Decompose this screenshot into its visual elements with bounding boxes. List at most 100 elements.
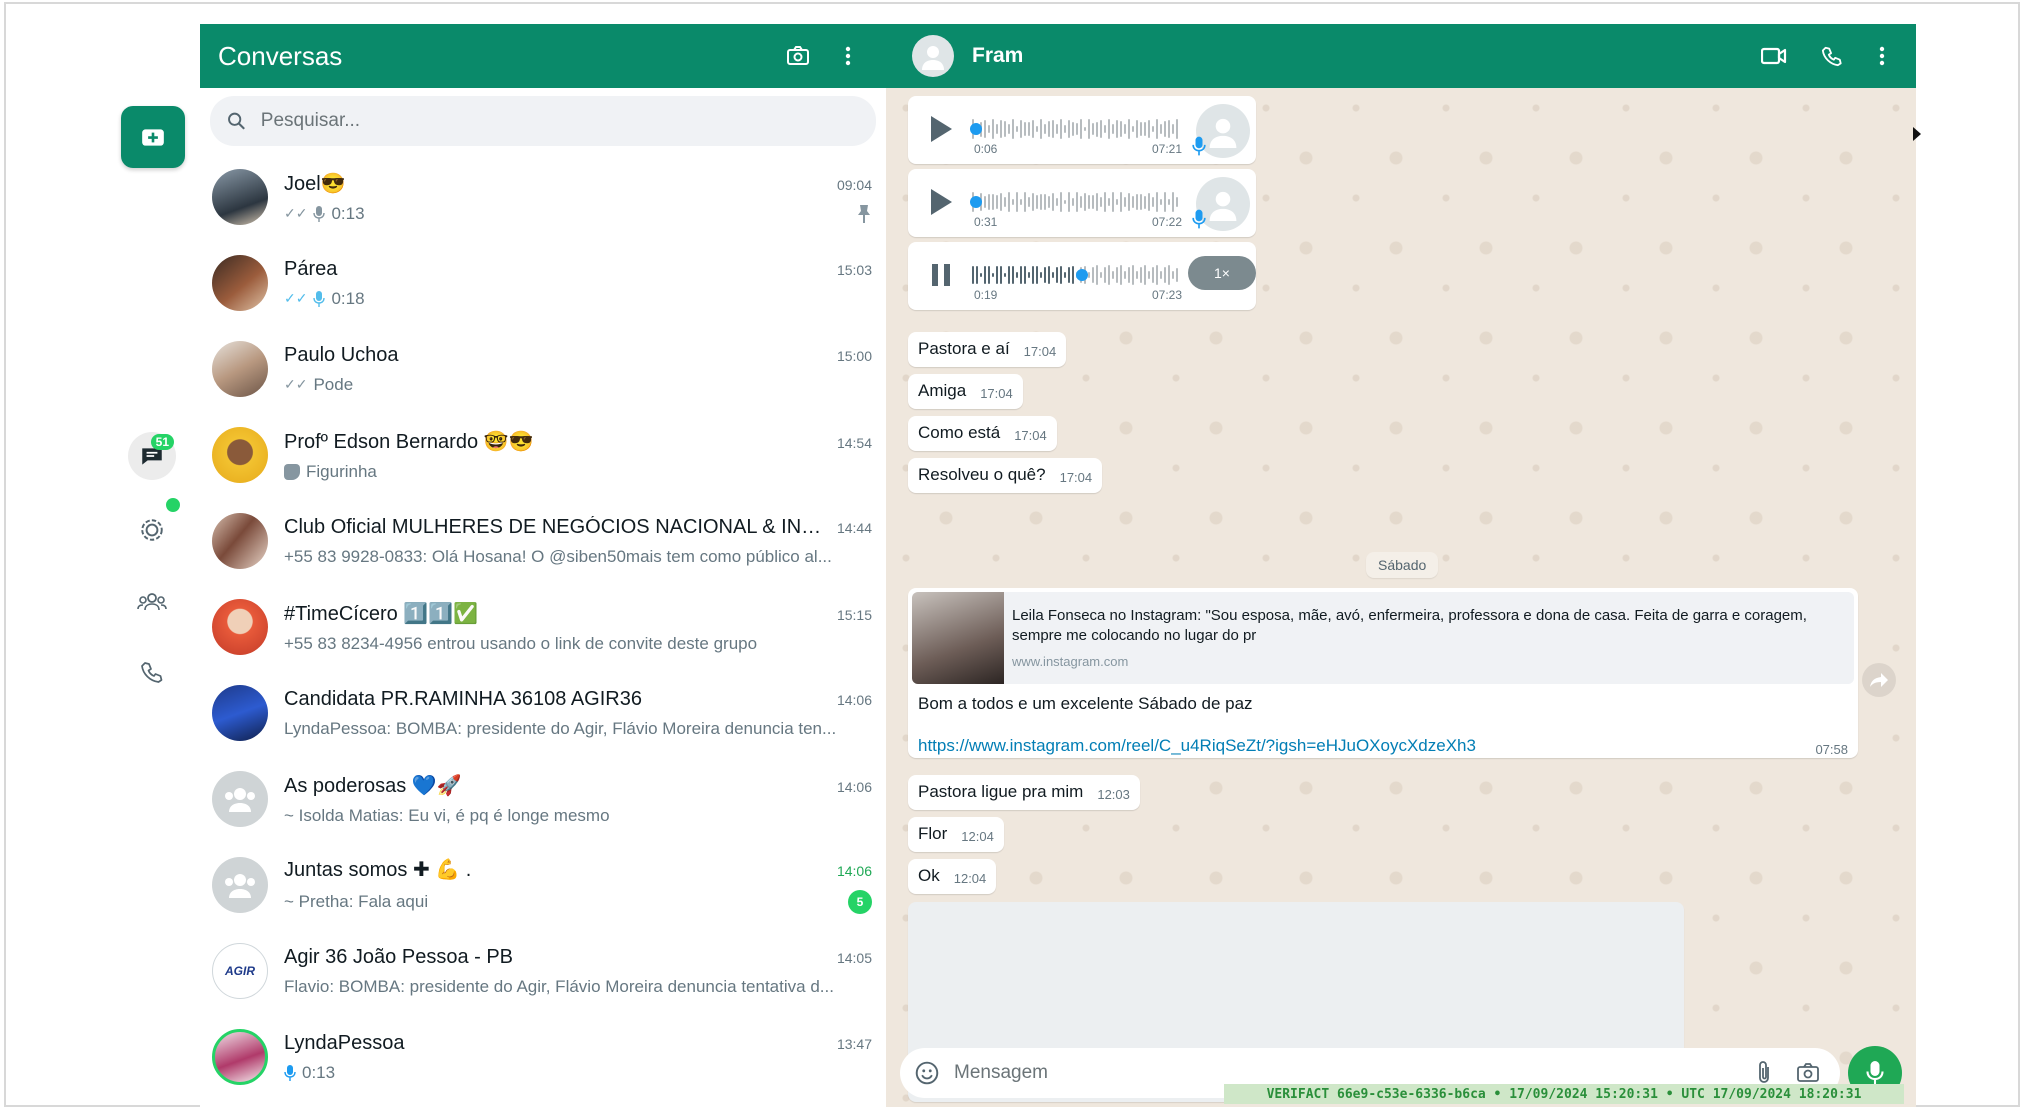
chat-name: LyndaPessoa (284, 1031, 405, 1054)
waveform-bar (1100, 119, 1102, 139)
camera-icon (1797, 1063, 1819, 1082)
message-time: 12:04 (953, 871, 987, 886)
chat-preview: ✓✓ 0:18 (284, 288, 365, 308)
chat-time: 14:06 (836, 778, 872, 795)
chat-name: As poderosas 💙🚀 (284, 774, 462, 797)
waveform-bar (1064, 271, 1066, 279)
waveform-bar (1000, 265, 1002, 285)
waveform-bar (1012, 198, 1014, 206)
contact-name[interactable]: Fram (972, 44, 1744, 68)
play-icon[interactable] (928, 187, 954, 217)
voice-call-button[interactable] (1812, 36, 1852, 76)
mic-icon (1866, 1061, 1884, 1085)
chat-name: Profº Edson Bernardo 🤓😎 (284, 430, 534, 453)
play-icon[interactable] (928, 114, 954, 144)
new-chat-button[interactable] (121, 106, 185, 168)
emoji-icon[interactable] (914, 1060, 940, 1086)
chat-time: 15:15 (836, 606, 872, 623)
waveform-bar (1100, 196, 1102, 208)
audio-waveform[interactable] (972, 191, 1182, 213)
waveform-bar (1104, 266, 1106, 284)
chat-time: 15:03 (836, 261, 872, 278)
chat-preview: ~ Isolda Matias: Eu vi, é pq é longe mes… (284, 805, 610, 825)
message-time: 17:04 (1014, 428, 1047, 443)
camera-button[interactable] (778, 36, 818, 76)
audio-progress-dot[interactable] (970, 196, 982, 208)
list-menu-button[interactable] (828, 36, 868, 76)
group-placeholder-icon (225, 874, 255, 898)
message-text: Pastora ligue pra mim (918, 782, 1084, 801)
waveform-bar (1144, 265, 1146, 285)
waveform-bar (988, 193, 990, 211)
chat-item[interactable]: Joel😎 09:04 ✓✓ 0:13 (200, 154, 886, 240)
waveform-bar (1112, 124, 1114, 134)
pause-icon[interactable] (928, 260, 954, 290)
rail-calls[interactable] (128, 648, 176, 696)
chat-item[interactable]: As poderosas 💙🚀 14:06 ~ Isolda Matias: Eu… (200, 756, 886, 842)
audio-waveform[interactable] (972, 118, 1182, 140)
message-input[interactable] (954, 1062, 1738, 1084)
chat-item[interactable]: Profº Edson Bernardo 🤓😎 14:54 Figurinha (200, 412, 886, 498)
link-preview-card[interactable]: Leila Fonseca no Instagram: "Sou esposa,… (912, 592, 1854, 684)
audio-progress-dot[interactable] (1076, 269, 1088, 281)
waveform-bar (1168, 265, 1170, 285)
waveform-bar (1140, 267, 1142, 283)
chat-item[interactable]: Candidata PR.RAMINHA 36108 AGIR36 14:06 L… (200, 670, 886, 756)
waveform-bar (1160, 123, 1162, 135)
default-avatar-icon (1209, 118, 1237, 148)
waveform-bar (1036, 126, 1038, 132)
pin-icon (858, 204, 870, 223)
rail-chats[interactable]: 51 (128, 432, 176, 480)
forward-icon (1870, 673, 1888, 687)
forward-button[interactable] (1862, 663, 1896, 697)
chat-item[interactable]: #TimeCícero 1️⃣1️⃣✅ 15:15 +55 83 8234-495… (200, 584, 886, 670)
chat-item[interactable]: Paulo Uchoa 15:00 ✓✓ Pode (200, 326, 886, 412)
waveform-bar (1048, 195, 1050, 209)
message-bubble: Resolveu o quê? 17:04 (908, 458, 1103, 493)
chat-menu-button[interactable] (1862, 36, 1902, 76)
video-call-button[interactable] (1754, 36, 1794, 76)
message-time: 12:04 (961, 829, 994, 844)
message-link[interactable]: https://www.instagram.com/reel/C_u4RiqSe… (918, 736, 1476, 756)
contact-avatar[interactable] (912, 35, 954, 77)
chat-preview: Flavio: BOMBA: presidente do Agir, Flávi… (284, 976, 834, 996)
chat-item[interactable]: Párea 15:03 ✓✓ 0:18 (200, 240, 886, 326)
mouse-cursor-icon (1913, 127, 1921, 141)
waveform-bar (996, 266, 998, 284)
chat-item[interactable]: AGIR Agir 36 João Pessoa - PB 14:05 Flavi… (200, 928, 886, 1014)
waveform-bar (1112, 192, 1114, 212)
waveform-bar (1148, 271, 1150, 279)
playback-speed-button[interactable]: 1× (1188, 256, 1256, 290)
waveform-bar (1044, 123, 1046, 135)
search-input[interactable] (260, 110, 860, 132)
waveform-bar (1096, 121, 1098, 137)
waveform-bar (988, 125, 990, 133)
rail-status[interactable] (128, 506, 176, 554)
message-bubble: Flor 12:04 (908, 817, 1004, 852)
rail-communities[interactable] (128, 578, 176, 626)
waveform-bar (1152, 126, 1154, 132)
chat-item[interactable]: LyndaPessoa 13:47 0:13 (200, 1014, 886, 1100)
chat-list: Joel😎 09:04 ✓✓ 0:13 Párea 15:03 ✓✓ 0:18 Paul… (200, 154, 886, 1100)
message-time: 07:23 (1152, 288, 1183, 302)
more-vertical-icon (845, 46, 851, 66)
waveform-bar (1076, 122, 1078, 136)
chat-item[interactable]: Juntas somos ✚ 💪 . 14:06 ~ Pretha: Fala a… (200, 842, 886, 928)
message-bubble: Pastora e aí 17:04 (908, 332, 1067, 367)
list-title: Conversas (218, 40, 343, 71)
waveform-bar (984, 196, 986, 208)
list-header: Conversas (200, 24, 886, 88)
waveform-bar (1132, 265, 1134, 285)
avatar (212, 685, 268, 741)
waveform-bar (1040, 194, 1042, 210)
waveform-bar (1148, 192, 1150, 212)
waveform-bar (1068, 192, 1070, 212)
new-chat-icon (142, 129, 164, 146)
audio-progress-dot[interactable] (970, 123, 982, 135)
chat-header[interactable]: Fram (886, 24, 1916, 88)
chat-item[interactable]: Club Oficial MULHERES DE NEGÓCIOS NACION… (200, 498, 886, 584)
waveform-bar (1036, 265, 1038, 285)
message-bubble: Pastora ligue pra mim 12:03 (908, 775, 1140, 810)
chat-name: Club Oficial MULHERES DE NEGÓCIOS NACION… (284, 515, 825, 538)
waveform-bar (1008, 123, 1010, 135)
